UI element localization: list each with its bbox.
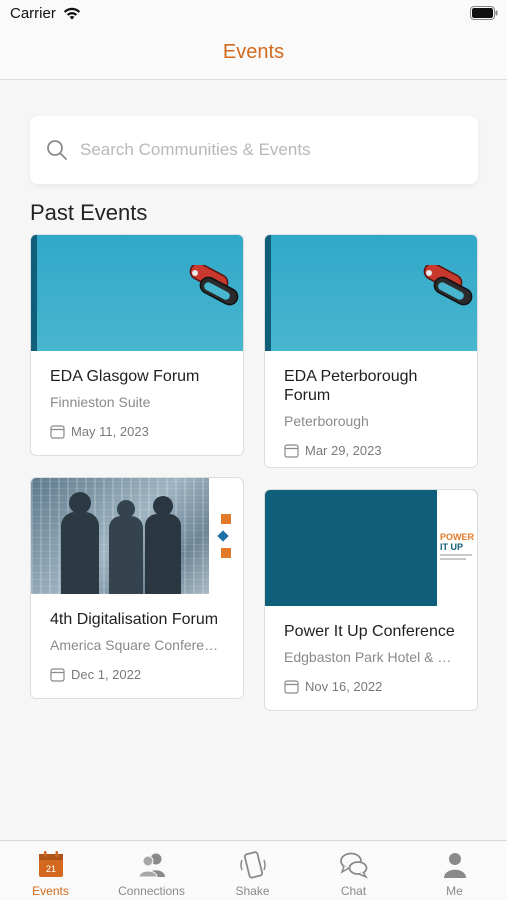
event-image — [265, 235, 477, 351]
event-date: May 11, 2023 — [71, 424, 149, 439]
event-image — [31, 235, 243, 351]
chat-bubbles-icon — [340, 852, 368, 879]
event-title: 4th Digitalisation Forum — [50, 611, 219, 628]
tab-label: Shake — [235, 884, 270, 898]
event-date: Mar 29, 2023 — [305, 443, 382, 458]
calendar-icon — [284, 680, 299, 694]
tab-label: Events — [32, 884, 69, 898]
event-card-power-it-up[interactable]: POWER IT UP Power It Up Conference Edgba… — [264, 489, 478, 711]
logo-line-1: POWER — [440, 532, 475, 542]
search-bar[interactable] — [30, 116, 478, 184]
status-bar: Carrier — [0, 0, 507, 30]
calendar-icon — [50, 668, 65, 682]
tab-chat[interactable]: Chat — [303, 841, 404, 900]
event-location: America Square Conference... — [50, 637, 225, 653]
person-icon — [444, 853, 466, 878]
calendar-icon — [50, 425, 65, 439]
event-image: POWER IT UP — [265, 490, 477, 606]
section-title: Past Events — [30, 200, 148, 225]
tab-label: Chat — [340, 884, 367, 898]
tab-label: Me — [446, 884, 463, 898]
power-it-up-logo: POWER IT UP — [437, 490, 477, 606]
event-location: Edgbaston Park Hotel & Con... — [284, 649, 459, 665]
event-title: EDA Peterborough Forum — [284, 368, 418, 404]
event-image — [31, 478, 243, 594]
tab-shake[interactable]: Shake — [202, 841, 303, 900]
battery-icon — [470, 6, 498, 25]
tab-connections[interactable]: Connections — [101, 841, 202, 900]
event-card-glasgow[interactable]: EDA Glasgow Forum Finnieston Suite May 1… — [30, 234, 244, 456]
carabiner-icon — [423, 265, 473, 306]
event-location: Finnieston Suite — [50, 394, 151, 410]
calendar-badge: 21 — [46, 864, 56, 874]
wifi-icon — [62, 5, 82, 26]
carrier-label: Carrier — [10, 5, 56, 22]
tab-bar: 21 Events Connections Shake Chat Me — [0, 840, 507, 900]
logo-line-2: IT UP — [440, 542, 464, 552]
page-title: Events — [222, 41, 285, 63]
event-date: Nov 16, 2022 — [305, 679, 383, 694]
event-date: Dec 1, 2022 — [71, 667, 142, 682]
tab-me[interactable]: Me — [404, 841, 505, 900]
carabiner-icon — [189, 265, 239, 306]
event-title: EDA Glasgow Forum — [50, 368, 200, 385]
people-icon — [138, 853, 165, 878]
event-card-digitalisation[interactable]: 4th Digitalisation Forum America Square … — [30, 477, 244, 699]
calendar-icon — [284, 444, 299, 458]
search-input[interactable] — [80, 116, 460, 184]
navigation-bar: Events — [0, 30, 507, 80]
phone-shake-icon — [240, 851, 266, 879]
search-icon — [46, 139, 68, 166]
calendar-icon: 21 — [39, 851, 63, 877]
event-location: Peterborough — [284, 413, 369, 429]
event-title: Power It Up Conference — [284, 623, 455, 640]
event-card-peterborough[interactable]: EDA Peterborough Forum Peterborough Mar … — [264, 234, 478, 468]
tab-events[interactable]: 21 Events — [0, 841, 101, 900]
tab-label: Connections — [118, 884, 185, 898]
